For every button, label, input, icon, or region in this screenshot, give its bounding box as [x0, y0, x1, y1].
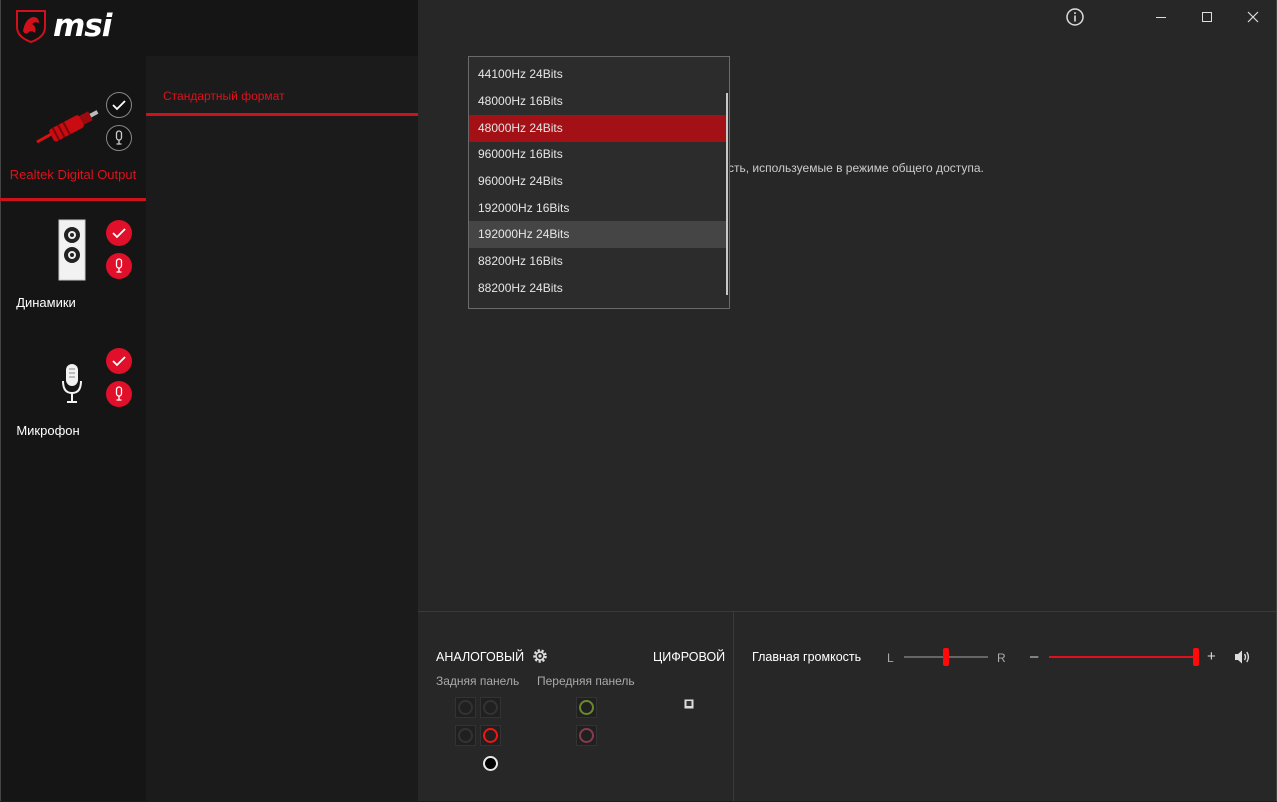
- device-label-digital-output: Realtek Digital Output: [9, 167, 137, 182]
- maximize-icon: [1202, 12, 1212, 22]
- minimize-button[interactable]: [1141, 4, 1181, 30]
- dragon-shield-icon: [16, 10, 46, 43]
- active-device-underline: [0, 198, 146, 201]
- volume-decrease-button[interactable]: –: [1030, 648, 1038, 665]
- volume-slider-thumb[interactable]: [1193, 648, 1199, 666]
- title-bar-left: [146, 0, 418, 56]
- settings-subnav: [146, 0, 418, 801]
- maximize-button[interactable]: [1187, 4, 1227, 30]
- digital-label: ЦИФРОВОЙ: [653, 650, 726, 664]
- dropdown-option-hovered[interactable]: 192000Hz 24Bits: [469, 221, 728, 248]
- rear-jack[interactable]: [455, 725, 476, 746]
- set-default-comm-button[interactable]: [106, 125, 132, 151]
- spdif-port-icon[interactable]: [684, 699, 694, 709]
- active-tab-underline: [146, 113, 418, 116]
- set-default-button[interactable]: [106, 220, 132, 246]
- set-default-comm-button[interactable]: [106, 381, 132, 407]
- checkmark-icon: [112, 100, 126, 111]
- microphone-small-icon: [115, 258, 123, 273]
- microphone-small-icon: [115, 130, 123, 145]
- gear-icon: [533, 649, 547, 663]
- microphone-small-icon: [115, 386, 123, 401]
- dropdown-option[interactable]: 192000Hz 16Bits: [469, 195, 728, 222]
- rear-jack[interactable]: [455, 697, 476, 718]
- digital-cable-icon: [36, 110, 99, 144]
- minimize-icon: [1156, 17, 1166, 18]
- checkmark-icon: [112, 228, 126, 239]
- volume-slider-track[interactable]: [1049, 656, 1197, 658]
- microphone-icon: [62, 364, 82, 403]
- front-jack-mic[interactable]: [576, 725, 597, 746]
- balance-right-label: R: [997, 651, 1006, 665]
- dropdown-option[interactable]: 48000Hz 16Bits: [469, 88, 728, 115]
- mute-button[interactable]: [1234, 649, 1252, 670]
- close-button[interactable]: [1233, 4, 1273, 30]
- front-panel-label: Передняя панель: [537, 674, 635, 688]
- dropdown-option[interactable]: 44100Hz 24Bits: [469, 61, 728, 88]
- close-icon: [1247, 11, 1259, 23]
- format-description: сть, используемые в режиме общего доступ…: [728, 161, 984, 175]
- rear-jack-active[interactable]: [480, 725, 501, 746]
- dropdown-option-selected[interactable]: 48000Hz 24Bits: [469, 115, 728, 142]
- balance-left-label: L: [887, 651, 894, 665]
- device-label-speakers: Динамики: [16, 295, 76, 310]
- connector-panel: [418, 611, 1277, 802]
- logo-text: msi: [53, 8, 112, 44]
- rear-jack[interactable]: [480, 697, 501, 718]
- dropdown-option[interactable]: 88200Hz 24Bits: [469, 275, 728, 302]
- checkmark-icon: [112, 356, 126, 367]
- set-default-button[interactable]: [106, 92, 132, 118]
- volume-increase-button[interactable]: +: [1207, 648, 1216, 665]
- speaker-icon: [58, 219, 86, 281]
- dropdown-option[interactable]: 96000Hz 16Bits: [469, 141, 728, 168]
- bottom-divider: [733, 612, 734, 801]
- analog-settings-button[interactable]: [531, 647, 549, 670]
- device-label-microphone: Микрофон: [16, 423, 80, 438]
- dropdown-option[interactable]: 96000Hz 24Bits: [469, 168, 728, 195]
- set-default-button[interactable]: [106, 348, 132, 374]
- msi-logo: msi: [15, 8, 112, 44]
- front-jack-headphone[interactable]: [576, 697, 597, 718]
- tab-default-format[interactable]: Стандартный формат: [163, 89, 285, 103]
- format-dropdown-list[interactable]: 44100Hz 24Bits 48000Hz 16Bits 48000Hz 24…: [468, 56, 730, 309]
- dropdown-scrollbar[interactable]: [726, 93, 728, 295]
- main-volume-label: Главная громкость: [752, 650, 862, 664]
- dropdown-option[interactable]: 88200Hz 16Bits: [469, 248, 728, 275]
- set-default-comm-button[interactable]: [106, 253, 132, 279]
- speaker-volume-icon: [1235, 650, 1250, 664]
- info-icon: [1066, 8, 1084, 26]
- rear-jack-black[interactable]: [480, 753, 501, 774]
- rear-panel-label: Задняя панель: [436, 674, 520, 688]
- info-button[interactable]: [1055, 4, 1095, 30]
- analog-label: АНАЛОГОВЫЙ: [436, 650, 525, 664]
- balance-slider-thumb[interactable]: [943, 648, 949, 666]
